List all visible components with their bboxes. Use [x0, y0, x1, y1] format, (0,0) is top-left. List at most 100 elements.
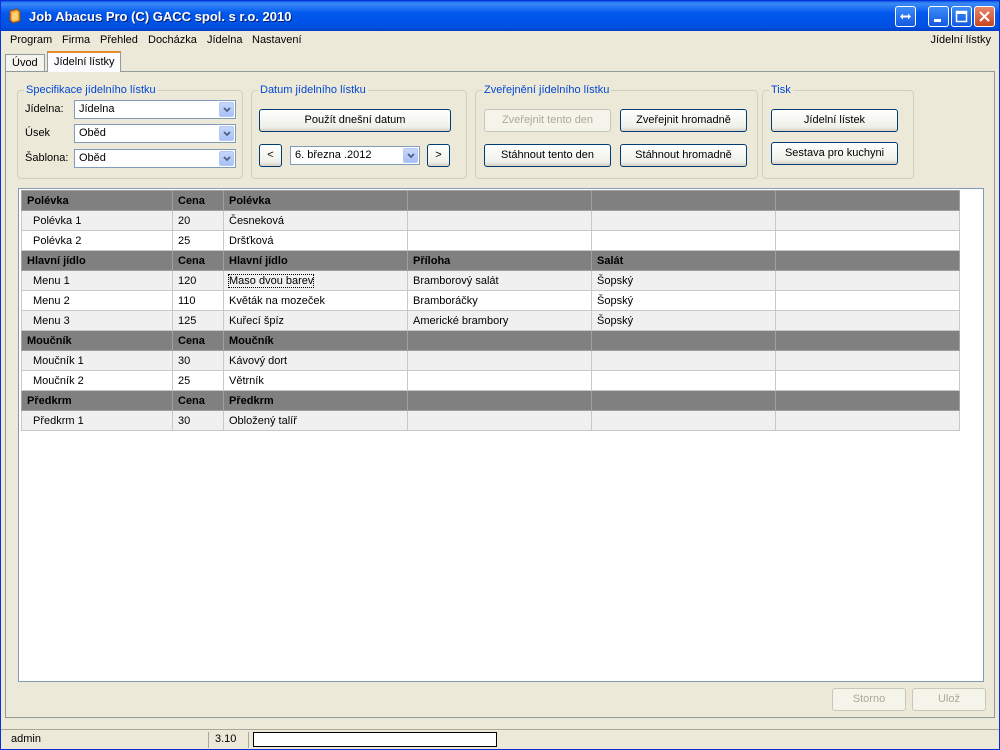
- category-header-cell[interactable]: Moučník: [223, 330, 408, 351]
- table-cell[interactable]: [775, 370, 960, 391]
- publish-bulk-button[interactable]: Zveřejnit hromadně: [620, 109, 747, 132]
- category-header-cell[interactable]: Cena: [172, 390, 224, 411]
- dropdown-button[interactable]: [219, 102, 234, 117]
- category-row[interactable]: Moučník Cena Moučník: [21, 330, 960, 351]
- table-cell[interactable]: [775, 350, 960, 371]
- table-cell[interactable]: [407, 370, 592, 391]
- table-cell[interactable]: 25: [172, 230, 224, 251]
- uloz-button[interactable]: Ulož: [912, 688, 986, 711]
- category-header-cell[interactable]: [591, 390, 776, 411]
- table-cell[interactable]: [407, 350, 592, 371]
- date-picker[interactable]: 6. března .2012: [290, 146, 420, 165]
- table-cell[interactable]: Moučník 2: [21, 370, 173, 391]
- table-cell[interactable]: [591, 410, 776, 431]
- table-cell[interactable]: Menu 1: [21, 270, 173, 291]
- menu-program[interactable]: Program: [10, 34, 52, 46]
- category-header-cell[interactable]: Cena: [172, 250, 224, 271]
- table-row[interactable]: Menu 3 125 Kuřecí špíz Americké brambory Šop…: [21, 310, 960, 331]
- table-cell[interactable]: 30: [172, 410, 224, 431]
- table-cell[interactable]: Menu 3: [21, 310, 173, 331]
- table-cell[interactable]: Polévka 1: [21, 210, 173, 231]
- table-cell[interactable]: Šopský: [591, 290, 776, 311]
- category-header-cell[interactable]: Moučník: [21, 330, 173, 351]
- category-header-cell[interactable]: Salát: [591, 250, 776, 271]
- category-header-cell[interactable]: Polévka: [223, 190, 408, 211]
- table-cell[interactable]: [591, 350, 776, 371]
- withdraw-day-button[interactable]: Stáhnout tento den: [484, 144, 611, 167]
- category-header-cell[interactable]: [775, 330, 960, 351]
- menu-prehled[interactable]: Přehled: [100, 34, 138, 46]
- category-header-cell[interactable]: [407, 330, 592, 351]
- table-row[interactable]: Polévka 1 20 Česneková: [21, 210, 960, 231]
- table-cell[interactable]: 30: [172, 350, 224, 371]
- table-cell[interactable]: Kuřecí špíz: [223, 310, 408, 331]
- menu-dochazka[interactable]: Docházka: [148, 34, 197, 46]
- table-cell[interactable]: Americké brambory: [407, 310, 592, 331]
- table-cell[interactable]: Bramborový salát: [407, 270, 592, 291]
- usek-combo[interactable]: Oběd: [74, 124, 236, 143]
- table-cell[interactable]: [775, 230, 960, 251]
- category-header-cell[interactable]: [407, 390, 592, 411]
- table-cell[interactable]: Menu 2: [21, 290, 173, 311]
- restore-arrows-button[interactable]: [895, 6, 916, 27]
- table-cell[interactable]: 120: [172, 270, 224, 291]
- category-row[interactable]: Polévka Cena Polévka: [21, 190, 960, 211]
- table-cell[interactable]: [775, 270, 960, 291]
- category-header-cell[interactable]: [407, 190, 592, 211]
- table-cell[interactable]: 125: [172, 310, 224, 331]
- minimize-button[interactable]: [928, 6, 949, 27]
- table-cell[interactable]: Maso dvou barev: [223, 270, 408, 291]
- dropdown-button[interactable]: [219, 126, 234, 141]
- dropdown-button[interactable]: [403, 148, 418, 163]
- print-kitchen-button[interactable]: Sestava pro kuchyni: [771, 142, 898, 165]
- table-row[interactable]: Předkrm 1 30 Obložený talíř: [21, 410, 960, 431]
- table-row[interactable]: Polévka 2 25 Dršťková: [21, 230, 960, 251]
- publish-day-button[interactable]: Zveřejnit tento den: [484, 109, 611, 132]
- category-row[interactable]: Hlavní jídlo Cena Hlavní jídlo Příloha Salát: [21, 250, 960, 271]
- category-header-cell[interactable]: [775, 190, 960, 211]
- table-cell[interactable]: Bramboráčky: [407, 290, 592, 311]
- category-header-cell[interactable]: Předkrm: [223, 390, 408, 411]
- title-bar[interactable]: Job Abacus Pro (C) GACC spol. s r.o. 201…: [1, 1, 999, 31]
- table-cell[interactable]: [591, 370, 776, 391]
- menu-grid[interactable]: Polévka Cena Polévka Polévka 1 20 Česneková Po…: [18, 188, 984, 682]
- table-cell[interactable]: 20: [172, 210, 224, 231]
- table-cell[interactable]: [775, 410, 960, 431]
- jidelna-combo[interactable]: Jídelna: [74, 100, 236, 119]
- category-header-cell[interactable]: Hlavní jídlo: [223, 250, 408, 271]
- category-header-cell[interactable]: [591, 190, 776, 211]
- table-cell[interactable]: Kávový dort: [223, 350, 408, 371]
- close-button[interactable]: [974, 6, 995, 27]
- category-header-cell[interactable]: Cena: [172, 330, 224, 351]
- table-cell[interactable]: [775, 210, 960, 231]
- category-header-cell[interactable]: Polévka: [21, 190, 173, 211]
- table-cell[interactable]: [407, 230, 592, 251]
- tab-uvod[interactable]: Úvod: [5, 54, 45, 71]
- table-cell[interactable]: [407, 210, 592, 231]
- category-header-cell[interactable]: [591, 330, 776, 351]
- table-cell[interactable]: Šopský: [591, 310, 776, 331]
- menu-firma[interactable]: Firma: [62, 34, 90, 46]
- table-cell[interactable]: Dršťková: [223, 230, 408, 251]
- tab-jidelni-listky[interactable]: Jídelní lístky: [47, 51, 121, 72]
- storno-button[interactable]: Storno: [832, 688, 906, 711]
- table-cell[interactable]: Šopský: [591, 270, 776, 291]
- table-cell[interactable]: 25: [172, 370, 224, 391]
- sablona-combo[interactable]: Oběd: [74, 149, 236, 168]
- table-row[interactable]: Moučník 1 30 Kávový dort: [21, 350, 960, 371]
- category-row[interactable]: Předkrm Cena Předkrm: [21, 390, 960, 411]
- table-cell[interactable]: [407, 410, 592, 431]
- category-header-cell[interactable]: Příloha: [407, 250, 592, 271]
- table-cell[interactable]: [591, 210, 776, 231]
- table-cell[interactable]: Moučník 1: [21, 350, 173, 371]
- next-day-button[interactable]: >: [427, 144, 450, 167]
- table-row[interactable]: Menu 1 120 Maso dvou barev Bramborový salát…: [21, 270, 960, 291]
- table-cell[interactable]: [591, 230, 776, 251]
- category-header-cell[interactable]: Hlavní jídlo: [21, 250, 173, 271]
- table-row[interactable]: Moučník 2 25 Větrník: [21, 370, 960, 391]
- print-menu-button[interactable]: Jídelní lístek: [771, 109, 898, 132]
- withdraw-bulk-button[interactable]: Stáhnout hromadně: [620, 144, 747, 167]
- table-cell[interactable]: Předkrm 1: [21, 410, 173, 431]
- table-cell[interactable]: Květák na mozeček: [223, 290, 408, 311]
- table-cell[interactable]: 110: [172, 290, 224, 311]
